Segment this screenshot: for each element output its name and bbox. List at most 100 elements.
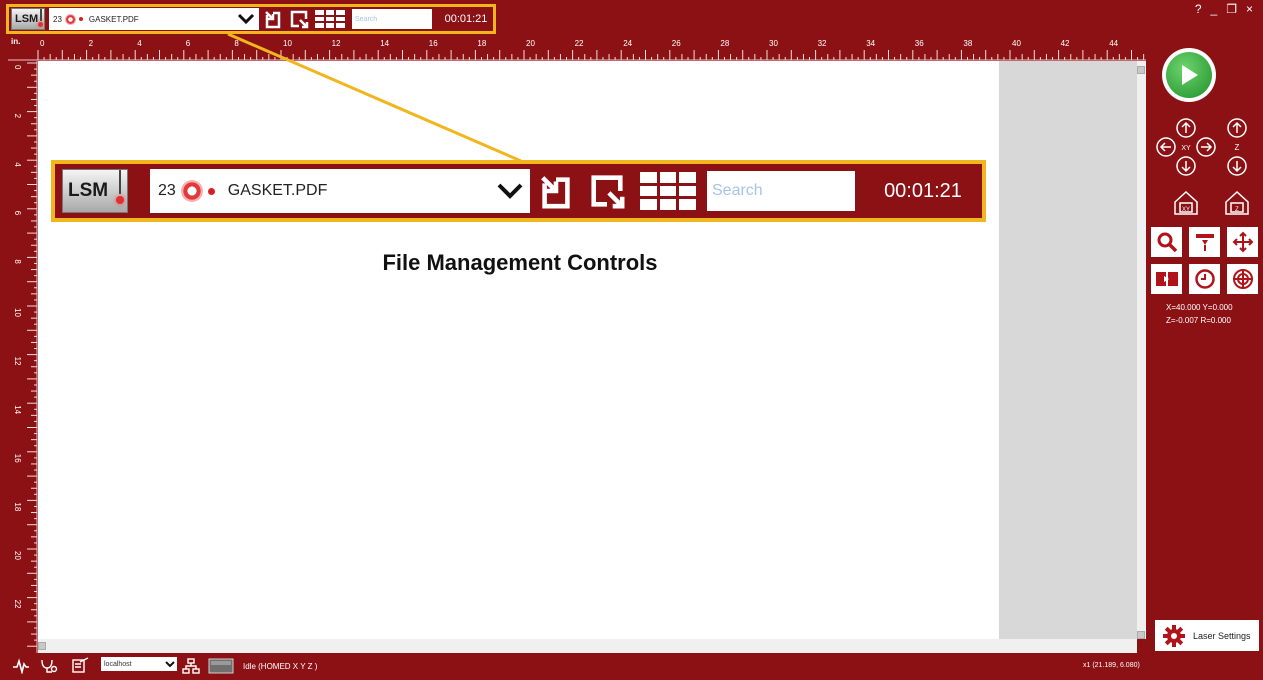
frame-button[interactable] [1151,264,1182,294]
callout-search-input: Search [707,171,855,211]
crosshair-icon [1232,269,1253,289]
ruler-left-label: 20 [13,551,22,560]
move-button[interactable] [1227,227,1258,257]
callout-file-name: GASKET.PDF [227,182,328,199]
coords-zr: Z=-0.007 R=0.000 [1166,316,1231,325]
jog-down-icon[interactable] [1176,156,1196,176]
vertical-scrollbar[interactable] [1137,61,1146,639]
ruler-top-label: 40 [1012,39,1021,48]
ruler-top-label: 32 [818,39,827,48]
jog-z-up-icon[interactable] [1227,118,1247,138]
callout-status-dot-icon [207,187,215,195]
cursor-position: x1 (21.189, 6.080) [1083,662,1140,669]
chevron-down-icon [165,661,175,668]
callout-logo-text: LSM [68,180,109,201]
scroll-left-button[interactable] [38,642,46,650]
laser-settings-button[interactable]: Laser Settings [1155,620,1259,651]
move-arrows-icon [1232,231,1253,253]
jog-z-down-icon[interactable] [1227,156,1247,176]
coords-xy: X=40.000 Y=0.000 [1166,303,1233,312]
magnifier-icon [1157,232,1177,253]
ruler-top-label: 38 [963,39,972,48]
home-xy-label: XY [1182,207,1190,213]
callout-search-placeholder: Search [712,182,763,199]
ruler-left-label: 14 [13,405,22,414]
network-icon[interactable] [182,658,200,674]
lsm-logo[interactable]: LSM [11,8,45,30]
toolbar-zoom-callout: LSM 23 GASKET.PDF Search 00:01:21 [51,160,986,222]
file-management-toolbar: LSM 23 GASKET.PDF Search 00:01:21 [6,4,496,34]
jog-right-icon[interactable] [1196,137,1216,157]
host-select[interactable]: localhost [101,657,177,671]
callout-file-grid-icon [640,172,696,210]
callout-lsm-logo: LSM [62,169,128,213]
callout-file-select: 23 GASKET.PDF [150,169,530,213]
host-value: localhost [104,660,132,668]
ruler-left-label: 16 [13,454,22,463]
chevron-down-icon[interactable] [237,13,255,25]
origin-button[interactable] [1227,264,1258,294]
jog-up-icon[interactable] [1176,118,1196,138]
diagnostics-icon[interactable] [40,658,58,674]
close-button[interactable]: × [1246,2,1253,16]
callout-job-timer: 00:01:21 [867,171,979,211]
status-dot-icon [78,17,83,21]
callout-chevron-down-icon [497,183,523,199]
help-button[interactable]: ? [1195,2,1202,16]
scroll-up-button[interactable] [1137,66,1145,74]
machine-status: Idle (HOMED X Y Z ) [243,662,318,671]
gear-file-icon [64,13,76,25]
laser-focus-button[interactable] [1189,227,1220,257]
ruler-top-label: 30 [769,39,778,48]
ruler-top-label: 24 [623,39,632,48]
zoom-button[interactable] [1151,227,1182,257]
file-select[interactable]: 23 GASKET.PDF [49,8,259,30]
laser-head-icon [1195,234,1214,251]
restore-button[interactable]: ❐ [1226,2,1237,16]
ruler-top-label: 22 [575,39,584,48]
ruler-left-label: 10 [13,308,22,317]
activity-icon[interactable] [12,658,30,674]
ruler-top-label: 26 [672,39,681,48]
ruler-left-label: 22 [13,600,22,609]
timer-button[interactable] [1189,264,1220,294]
jog-z-label: Z [1235,143,1240,152]
file-count: 23 [53,14,62,24]
ruler-left-label: 8 [13,259,22,264]
file-grid-icon[interactable] [315,10,345,28]
search-placeholder: Search [355,15,378,23]
callout-import-file-icon [541,176,570,209]
clock-icon [1194,269,1215,289]
machine-icon [208,658,234,674]
out-of-bounds-area [999,61,1137,639]
home-z-label: Z [1235,207,1239,213]
callout-connector [227,34,522,163]
window-controls: ? _ ❐ × [1195,2,1253,16]
export-file-icon[interactable] [289,9,309,29]
jog-xy-label: XY [1181,145,1191,152]
minimize-button[interactable]: _ [1211,2,1218,16]
gear-icon [1163,624,1185,647]
ruler-top-label: 28 [720,39,729,48]
callout-file-count: 23 [158,182,176,199]
laser-settings-label: Laser Settings [1193,630,1251,641]
horizontal-scrollbar[interactable] [38,639,1137,653]
notes-icon[interactable] [72,657,90,673]
search-input[interactable]: Search [352,9,432,29]
start-job-button[interactable] [1162,48,1216,102]
timer-text: 00:01:21 [444,13,488,25]
ruler-top-label: 36 [915,39,924,48]
play-icon [1166,52,1212,98]
ruler-left-label: 18 [13,502,22,511]
jog-left-icon[interactable] [1156,137,1176,157]
frame-icon [1155,272,1178,286]
callout-gear-file-icon [180,180,203,202]
ruler-left-label: 12 [13,357,22,366]
import-file-icon[interactable] [263,9,283,29]
ruler-top-label: 42 [1061,39,1070,48]
job-timer: 00:01:21 [437,9,495,29]
scroll-down-button[interactable] [1137,631,1145,639]
ruler-top-label: 34 [866,39,875,48]
logo-text: LSM [15,13,39,25]
ruler-top-label: 44 [1109,39,1118,48]
